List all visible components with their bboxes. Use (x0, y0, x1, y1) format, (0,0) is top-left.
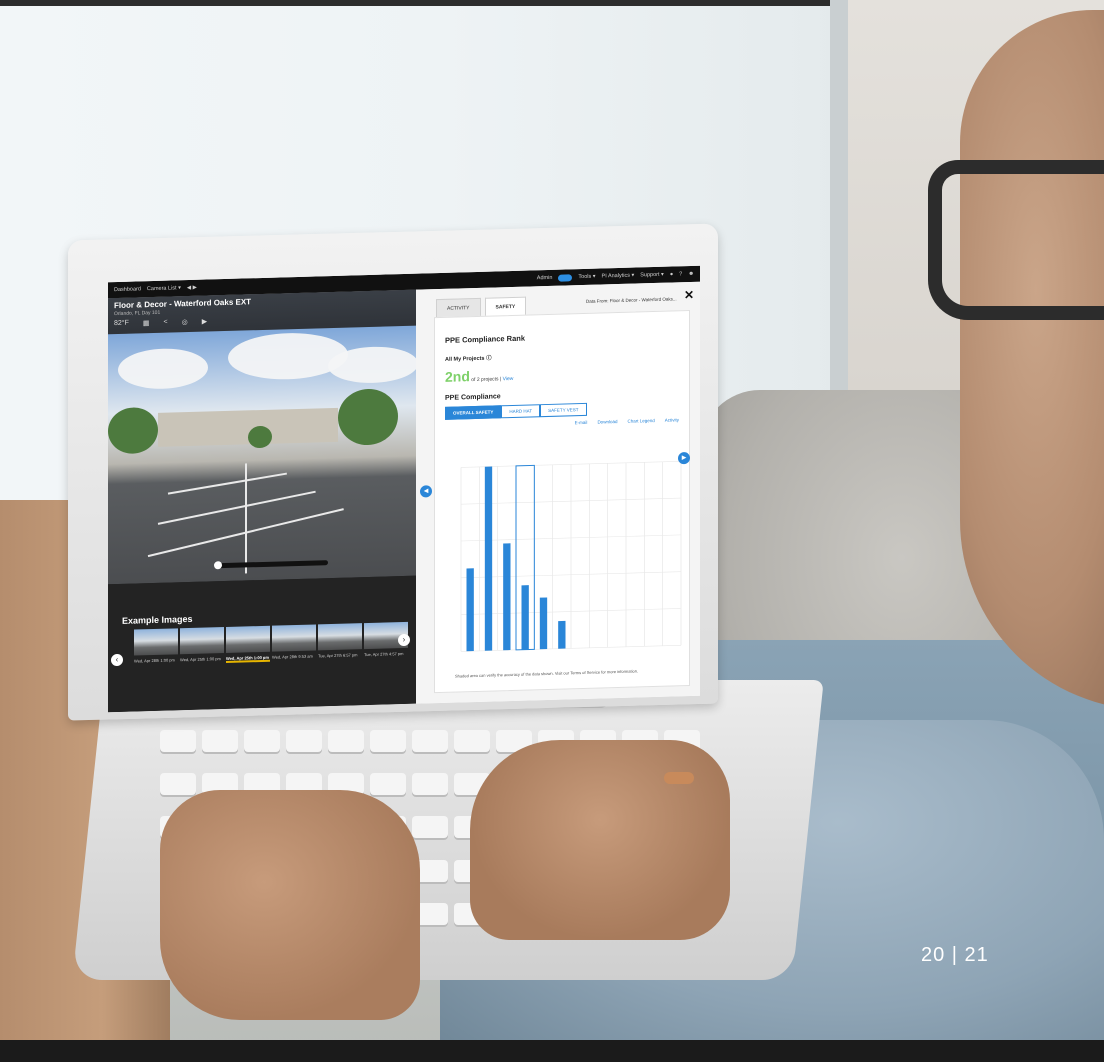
left-hand (160, 790, 420, 1020)
calendar-icon[interactable]: ▦ (143, 319, 150, 327)
notification-icon[interactable]: ● (670, 271, 673, 277)
thumbnail-strip (134, 621, 408, 656)
keyboard-key (412, 773, 448, 796)
keyboard-key (370, 730, 406, 752)
compliance-segments: OVERALL SAFETY HARD HAT SAFETY VEST (445, 400, 679, 420)
activity-legend[interactable]: Activity (665, 417, 679, 422)
chart-bar[interactable] (521, 585, 529, 650)
keyboard-key (160, 773, 196, 796)
rank-of: of 2 projects (471, 376, 499, 384)
video-timeline[interactable] (218, 560, 328, 569)
rank-heading: PPE Compliance Rank (445, 333, 526, 345)
thumbnail-label: Tue, Apr 27th 4:57 pm (364, 651, 404, 658)
nav-spacer (203, 278, 531, 287)
keyboard-key (244, 730, 280, 752)
share-icon[interactable]: < (164, 319, 168, 327)
keyboard-key (328, 730, 364, 752)
chart-bar[interactable] (503, 543, 511, 651)
compliance-chart (441, 451, 685, 668)
keyboard-key (160, 730, 196, 752)
data-source: Data From: Floor & Decor - Waterford Oak… (586, 296, 677, 304)
all-projects-text: All My Projects (445, 355, 485, 363)
cloud (118, 347, 208, 390)
admin-toggle[interactable] (558, 273, 573, 282)
nav-pi-analytics[interactable]: PI Analytics ▾ (602, 273, 635, 280)
keyboard-key (370, 773, 406, 796)
tree (338, 388, 398, 446)
download-button[interactable]: Download (597, 419, 617, 425)
camera-image[interactable] (108, 325, 416, 585)
thumbnail[interactable] (272, 624, 316, 652)
chart-legend-label: Chart Legend (627, 417, 655, 424)
keyboard-key (286, 730, 322, 752)
rank-line: 2nd of 2 projects | View (445, 368, 514, 385)
help-icon[interactable]: ? (679, 271, 682, 277)
back-forward-icon[interactable]: ◀ ▶ (187, 285, 197, 291)
laptop-screen: Dashboard Camera List ▾ ◀ ▶ Admin Tools … (108, 265, 700, 713)
keyboard-key (412, 730, 448, 752)
nav-camera-list[interactable]: Camera List ▾ (147, 285, 181, 292)
rank-value: 2nd (445, 368, 470, 385)
temperature: 82°F (114, 319, 129, 328)
all-projects-label: All My Projects ⓘ (445, 348, 679, 363)
chart-prev-button[interactable]: ◀ (420, 485, 432, 498)
email-button[interactable]: E-mail (575, 420, 588, 425)
compliance-heading: PPE Compliance (445, 393, 501, 402)
person-head (960, 10, 1104, 710)
tree (248, 425, 272, 449)
close-icon[interactable]: ✕ (684, 288, 694, 302)
thumbnail[interactable] (180, 627, 224, 655)
segment-safety-vest[interactable]: SAFETY VEST (540, 402, 587, 418)
ring (664, 772, 694, 784)
keyboard-key (454, 730, 490, 752)
analytics-pane: ACTIVITY SAFETY Data From: Floor & Decor… (416, 281, 700, 704)
nav-support[interactable]: Support ▾ (640, 272, 664, 279)
thumbnail-label: Tue, Apr 27th 6:57 pm (318, 652, 358, 659)
nav-tools[interactable]: Tools ▾ (578, 274, 595, 280)
bottom-bar (0, 1040, 1104, 1062)
page-number: 20 | 21 (921, 944, 989, 966)
video-icon[interactable]: ▶ (202, 318, 207, 326)
chart-footnote: Shaded area can verify the accuracy of t… (455, 668, 639, 679)
keyboard-key (202, 730, 238, 752)
thumbnail[interactable] (318, 623, 362, 651)
info-icon[interactable]: ⓘ (486, 356, 492, 362)
thumbnail-label: Wed, Apr 25th 1:00 pm (180, 656, 221, 663)
thumbnail-label: Wed, Apr 28th 9:53 am (272, 653, 313, 660)
target-icon[interactable]: ◎ (182, 318, 188, 326)
keyboard-key (412, 816, 448, 839)
right-hand (470, 740, 730, 940)
nav-dashboard[interactable]: Dashboard (114, 286, 141, 293)
segment-overall-safety[interactable]: OVERALL SAFETY (445, 405, 502, 420)
window-frame (830, 0, 848, 400)
chart-tools: E-mail Download Chart Legend Activity (445, 417, 679, 429)
camera-pane: Floor & Decor - Waterford Oaks EXT Orlan… (108, 289, 416, 713)
thumbnail-label-selected: Wed, Apr 25th 1:00 pm (226, 654, 270, 663)
thumbnail[interactable] (226, 625, 270, 653)
parking-line (245, 463, 247, 574)
safety-panel: PPE Compliance Rank All My Projects ⓘ 2n… (434, 310, 690, 694)
segment-hard-hat[interactable]: HARD HAT (501, 404, 541, 419)
compliance-chart-svg (460, 460, 682, 652)
cloud (228, 331, 348, 381)
glasses (928, 160, 1104, 320)
tree (108, 406, 158, 455)
next-images-button[interactable]: › (398, 633, 410, 647)
nav-admin[interactable]: Admin (537, 275, 553, 281)
thumbnail-label: Wed, Apr 28th 1:00 pm (134, 657, 175, 664)
chart-bar[interactable] (466, 568, 474, 652)
view-link[interactable]: View (503, 376, 514, 382)
example-images: Example Images Wed, Apr 28th 1:00 pm Wed… (108, 575, 416, 713)
chart-bar[interactable] (558, 620, 566, 649)
prev-images-button[interactable]: ‹ (111, 653, 123, 667)
thumbnail[interactable] (134, 628, 178, 656)
user-icon[interactable]: ☻ (688, 271, 694, 277)
parking-line (167, 472, 287, 495)
chart-bar[interactable] (484, 466, 493, 651)
chart-bar[interactable] (539, 597, 548, 650)
